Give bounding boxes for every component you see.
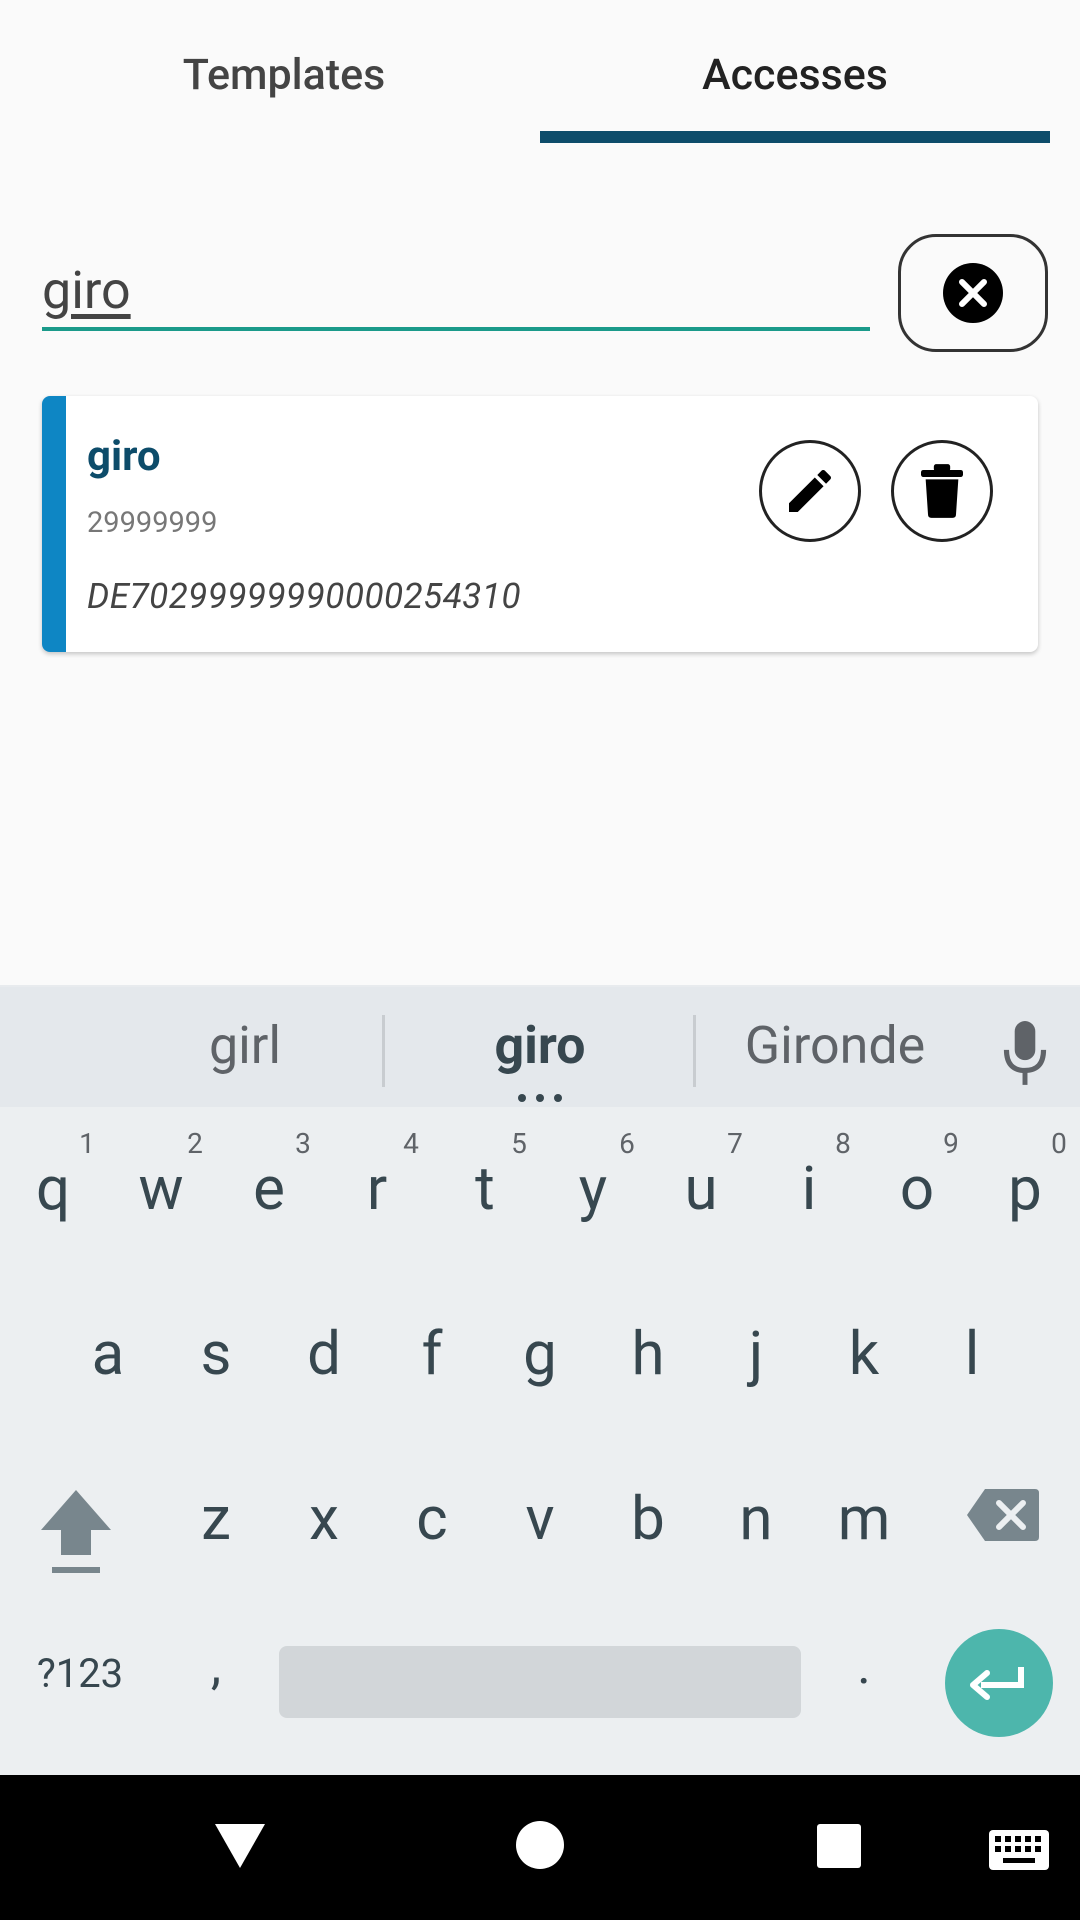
backspace-icon[interactable] — [965, 1487, 1041, 1543]
suggestion-girl[interactable]: girl — [140, 1015, 350, 1076]
close-circle-icon — [943, 263, 1003, 323]
enter-key[interactable] — [945, 1629, 1053, 1737]
key-k[interactable]: k — [819, 1318, 909, 1389]
key-j[interactable]: j — [711, 1318, 801, 1389]
key-c[interactable]: c — [387, 1483, 477, 1554]
key-x[interactable]: x — [279, 1483, 369, 1554]
search-input[interactable] — [42, 255, 870, 325]
suggestion-giro[interactable]: giro — [410, 1015, 670, 1076]
key-b[interactable]: b — [603, 1483, 693, 1554]
key-hint: 5 — [511, 1127, 527, 1160]
card-accent-bar — [42, 396, 66, 652]
key-hint: 3 — [295, 1127, 311, 1160]
comma-key[interactable]: , — [171, 1635, 261, 1696]
key-hint: 8 — [835, 1127, 851, 1160]
access-name: giro — [87, 432, 161, 481]
key-hint: 4 — [403, 1127, 419, 1160]
key-m[interactable]: m — [819, 1483, 909, 1554]
key-r[interactable]: r — [332, 1153, 422, 1224]
key-y[interactable]: y — [548, 1153, 638, 1224]
tab-templates[interactable]: Templates — [54, 40, 514, 110]
bank-code: 29999999 — [87, 506, 218, 540]
symbols-key[interactable]: ?123 — [20, 1650, 140, 1697]
key-hint: 0 — [1051, 1127, 1067, 1160]
edit-button[interactable] — [759, 440, 861, 542]
key-w[interactable]: w — [116, 1153, 206, 1224]
recents-icon[interactable] — [816, 1823, 862, 1869]
key-t[interactable]: t — [440, 1153, 530, 1224]
iban: DE70299999990000254310 — [87, 576, 522, 617]
key-i[interactable]: i — [764, 1153, 854, 1224]
more-suggestions-dots[interactable] — [518, 1094, 562, 1102]
suggestion-divider — [693, 1015, 696, 1087]
key-p[interactable]: p — [980, 1153, 1070, 1224]
shift-icon[interactable] — [36, 1485, 116, 1575]
key-o[interactable]: o — [872, 1153, 962, 1224]
soft-keyboard: girl giro Gironde q w e r t y u i o p 1 … — [0, 985, 1080, 1775]
suggestion-strip: girl giro Gironde — [0, 985, 1080, 1107]
key-f[interactable]: f — [387, 1318, 477, 1389]
key-h[interactable]: h — [603, 1318, 693, 1389]
key-l[interactable]: l — [927, 1318, 1017, 1389]
back-icon[interactable] — [212, 1821, 268, 1871]
tab-accesses[interactable]: Accesses — [540, 40, 1050, 110]
key-s[interactable]: s — [171, 1318, 261, 1389]
key-d[interactable]: d — [279, 1318, 369, 1389]
keyboard-switch-icon[interactable] — [988, 1829, 1050, 1871]
active-tab-indicator — [540, 131, 1050, 143]
key-g[interactable]: g — [495, 1318, 585, 1389]
key-hint: 6 — [619, 1127, 635, 1160]
clear-search-button[interactable] — [898, 234, 1048, 352]
search-input-underline — [42, 327, 870, 331]
space-key[interactable] — [279, 1646, 801, 1718]
key-hint: 1 — [79, 1127, 95, 1160]
key-v[interactable]: v — [495, 1483, 585, 1554]
access-card[interactable]: giro 29999999 DE70299999990000254310 — [42, 396, 1038, 652]
system-nav-bar — [0, 1775, 1080, 1920]
key-z[interactable]: z — [171, 1483, 261, 1554]
period-key[interactable]: . — [819, 1635, 909, 1696]
key-hint: 9 — [943, 1127, 959, 1160]
trash-icon — [921, 464, 963, 518]
suggestion-gironde[interactable]: Gironde — [720, 1015, 950, 1076]
key-u[interactable]: u — [656, 1153, 746, 1224]
suggestion-divider — [382, 1015, 385, 1087]
key-a[interactable]: a — [63, 1318, 153, 1389]
key-hint: 2 — [187, 1127, 203, 1160]
key-hint: 7 — [727, 1127, 743, 1160]
home-icon[interactable] — [515, 1820, 565, 1870]
microphone-icon[interactable] — [1000, 1019, 1050, 1089]
key-n[interactable]: n — [711, 1483, 801, 1554]
key-q[interactable]: q — [8, 1153, 98, 1224]
pencil-icon — [789, 469, 832, 512]
key-e[interactable]: e — [224, 1153, 314, 1224]
delete-button[interactable] — [891, 440, 993, 542]
enter-arrow-icon — [970, 1667, 1024, 1700]
